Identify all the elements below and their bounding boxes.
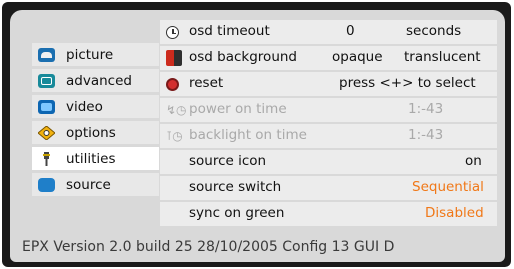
background-icon [166,50,182,66]
row-backlight-on-time: ⊺◷ backlight on time 1:-43 [160,124,497,148]
sync-on-green-label: sync on green [189,205,285,221]
reset-label: reset [189,75,224,91]
osd-background-translucent[interactable]: translucent [404,49,481,65]
source-icon-label: source icon [189,153,267,169]
menu-item-advanced[interactable]: advanced [32,69,159,92]
menu-label-utilities: utilities [66,150,116,167]
menu-item-options[interactable]: options [32,121,159,144]
source-switch-value[interactable]: Sequential [412,179,484,195]
backlight-timer-icon: ⊺◷ [166,129,183,143]
row-reset[interactable]: reset press <+> to select [160,72,497,96]
utilities-icon [38,151,55,166]
menu-item-picture[interactable]: picture [32,43,159,66]
version-footer: EPX Version 2.0 build 25 28/10/2005 Conf… [22,239,395,255]
clock-icon [166,25,179,39]
options-icon [37,124,56,141]
osd-timeout-label: osd timeout [189,23,270,39]
menu-label-options: options [66,124,116,141]
backlight-on-time-value: 1:-43 [408,127,444,143]
menu-label-advanced: advanced [66,72,132,89]
picture-icon [38,47,55,62]
osd-background-label: osd background [189,49,297,65]
sidebar-menu: picture advanced video options utilities… [32,43,159,199]
sync-on-green-value[interactable]: Disabled [425,205,484,221]
power-timer-icon: ↯◷ [166,103,187,117]
backlight-on-time-label: backlight on time [189,127,307,143]
menu-item-source[interactable]: source [32,173,159,196]
menu-item-utilities[interactable]: utilities [32,147,159,170]
power-on-time-label: power on time [189,101,287,117]
reset-icon [166,77,179,91]
osd-timeout-unit: seconds [406,23,462,39]
osd-background-opaque[interactable]: opaque [332,49,383,65]
reset-value[interactable]: press <+> to select [339,75,476,91]
menu-item-video[interactable]: video [32,95,159,118]
power-on-time-value: 1:-43 [408,101,444,117]
settings-list: osd timeout 0 seconds osd background opa… [160,20,497,228]
source-switch-label: source switch [189,179,282,195]
row-sync-on-green[interactable]: sync on green Disabled [160,202,497,226]
row-osd-background[interactable]: osd background opaque translucent [160,46,497,70]
row-source-switch[interactable]: source switch Sequential [160,176,497,200]
row-power-on-time: ↯◷ power on time 1:-43 [160,98,497,122]
advanced-icon [38,73,55,88]
osd-timeout-value[interactable]: 0 [346,23,355,39]
menu-label-source: source [66,176,111,193]
source-icon-value[interactable]: on [465,153,482,169]
menu-label-picture: picture [66,46,114,63]
source-icon [38,177,55,192]
row-source-icon[interactable]: source icon on [160,150,497,174]
menu-label-video: video [66,98,103,115]
video-icon [38,99,55,114]
row-osd-timeout[interactable]: osd timeout 0 seconds [160,20,497,44]
